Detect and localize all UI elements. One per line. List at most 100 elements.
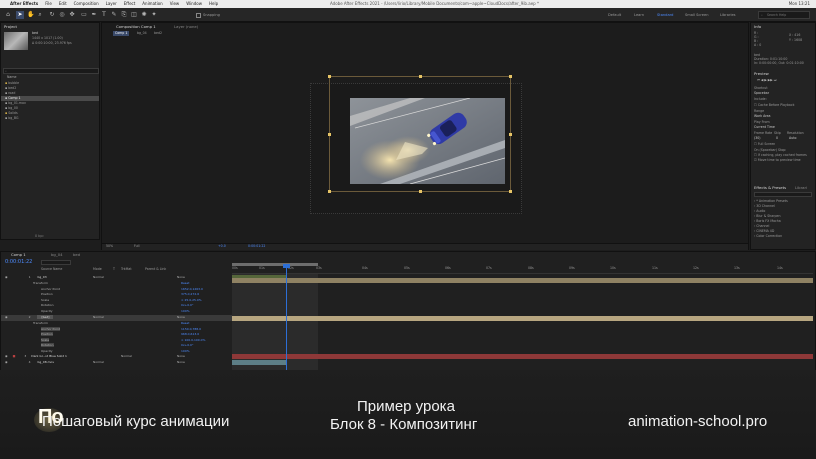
libraries-tab[interactable]: Librari [795,185,807,191]
brush-tool-icon[interactable]: ✎ [110,11,118,19]
shortcut-select[interactable]: Spacebar [754,91,769,96]
zoom-tool-icon[interactable]: ⌕ [36,11,44,19]
transform-handle[interactable] [328,75,331,78]
tab-layer[interactable]: Layer (none) [174,24,198,30]
property-row[interactable]: Opacity 100% [1,309,232,315]
col-t[interactable]: T [113,267,115,272]
rectangle-tool-icon[interactable]: ▭ [80,11,88,19]
effects-list-item[interactable]: › Color Correction [754,234,782,239]
roto-brush-tool-icon[interactable]: ✺ [140,11,148,19]
transform-handle[interactable] [419,75,422,78]
list-item[interactable]: ▪ bg_BG [1,116,99,121]
skip-select[interactable]: 0 [776,136,778,141]
playhead-handle[interactable] [283,264,290,268]
playhead-line[interactable] [286,266,287,370]
col-parent-link[interactable]: Parent & Link [145,267,166,272]
project-footer-bpc[interactable]: 8 bpc [35,234,44,239]
menu-edit[interactable]: Edit [59,0,67,8]
camera-tool-icon[interactable]: ◎ [58,11,66,19]
visibility-eye-icon[interactable]: ◉ [5,360,8,364]
timeline-search-input[interactable] [41,260,71,265]
info-title[interactable]: Info [754,24,761,30]
menu-help[interactable]: Help [209,0,218,8]
move-time-option[interactable]: ☑ Move time to preview time [754,158,801,163]
time-ruler[interactable]: 00s 01s 02s 03s 04s 05s 06s 07s 08s 09s … [232,262,813,274]
rotate-tool-icon[interactable]: ↻ [48,11,56,19]
timeline-tab-bed[interactable]: bed [73,252,80,258]
zoom-select[interactable]: 50% [106,244,113,249]
snapping-checkbox[interactable] [196,13,201,18]
hand-tool-icon[interactable]: ✋ [27,11,35,19]
menu-composition[interactable]: Composition [74,0,99,8]
visibility-eye-icon[interactable]: ◉ [5,315,8,319]
menu-effect[interactable]: Effect [124,0,136,8]
workspace-libraries[interactable]: Libraries [720,11,736,19]
pen-tool-icon[interactable]: ✒ [90,11,98,19]
layer-bar-tan-selected[interactable] [232,316,813,321]
checkbox-checked[interactable]: ☑ [754,158,757,162]
timeline-tab-comp1[interactable]: Comp 1 [11,252,26,258]
checkbox[interactable]: ☐ [754,153,757,157]
timeline-layer-row[interactable]: ◉ ■ 3 Dark Gr...id Blue Solid 1 Normal N… [1,354,232,360]
eraser-tool-icon[interactable]: ◫ [130,11,138,19]
timeline-layer-row-selected[interactable]: ◉ 2 [bed] Normal None [1,315,232,321]
label-color-icon[interactable]: ■ [13,354,16,358]
menu-app-name[interactable]: After Effects [10,0,38,8]
visibility-eye-icon[interactable]: ◉ [5,354,8,358]
full-screen-option[interactable]: ☐ Full Screen [754,142,775,147]
timeline-layer-row[interactable]: ◉ 1 bg_03 Normal None [1,275,232,281]
exposure-value[interactable]: +0.0 [218,244,226,249]
search-help-field[interactable]: ⌕ Search Help [758,11,810,19]
comp-nav-bg04[interactable]: bg_04 [137,31,147,36]
col-trkmat[interactable]: TrkMat [121,267,132,272]
tab-project[interactable]: Project [4,24,17,30]
home-icon[interactable]: ⌂ [4,11,12,19]
cache-before-playback[interactable]: ☐ Cache Before Playback [754,103,794,108]
menu-view[interactable]: View [170,0,180,8]
checkbox[interactable]: ☐ [754,103,757,107]
layer-bar-teal[interactable] [232,360,286,365]
effects-search-input[interactable] [754,192,812,197]
frame-rate-select[interactable]: (30) [754,136,761,141]
resolution-select[interactable]: Full [134,244,139,249]
menu-animation[interactable]: Animation [142,0,162,8]
project-column-name[interactable]: Name [7,75,16,80]
transform-handle[interactable] [328,190,331,193]
clone-stamp-tool-icon[interactable]: ⎘ [120,11,128,19]
transform-handle[interactable] [509,75,512,78]
col-source-name[interactable]: Source Name [41,267,62,272]
layer-bar-tan[interactable] [232,278,813,283]
range-select[interactable]: Work Area [754,114,770,119]
menu-file[interactable]: File [45,0,52,8]
comp-nav-comp1[interactable]: Comp 1 [113,31,130,36]
preview-title[interactable]: Preview [754,71,769,77]
col-mode[interactable]: Mode [93,267,102,272]
tab-composition[interactable]: Composition Comp 1 [116,24,156,30]
transform-handle[interactable] [328,133,331,136]
effects-presets-title[interactable]: Effects & Presets [754,185,786,191]
workspace-small-screen[interactable]: Small Screen [685,11,708,19]
transform-handle[interactable] [509,190,512,193]
workspace-learn[interactable]: Learn [634,11,644,19]
puppet-tool-icon[interactable]: ✦ [150,11,158,19]
timeline-layer-row[interactable]: ◉ 4 bg_08.mov Normal None [1,360,232,366]
pan-behind-tool-icon[interactable]: ✥ [68,11,76,19]
work-area-bar[interactable] [232,263,318,266]
visibility-eye-icon[interactable]: ◉ [5,275,8,279]
preview-controls[interactable]: ⏮ ◀ ▶ ▶▶ ⏭ [757,78,777,83]
layer-bar-red[interactable] [232,354,813,359]
comp-timecode[interactable]: 0:00:01:22 [248,244,265,249]
workspace-standard[interactable]: Standard [657,11,673,19]
comp-nav-bed2[interactable]: bed2 [154,31,162,36]
timeline-tab-bg04[interactable]: bg_04 [51,252,63,258]
type-tool-icon[interactable]: T [100,11,108,19]
resolution-select[interactable]: Auto [789,136,796,141]
menu-layer[interactable]: Layer [106,0,117,8]
selection-tool-icon[interactable]: ➤ [16,11,24,19]
transform-handle[interactable] [419,190,422,193]
timeline-timecode[interactable]: 0:00:01:22 [5,259,32,265]
menu-window[interactable]: Window [186,0,202,8]
transform-handle[interactable] [509,133,512,136]
play-from-select[interactable]: Current Time [754,125,775,130]
checkbox[interactable]: ☐ [754,142,757,146]
